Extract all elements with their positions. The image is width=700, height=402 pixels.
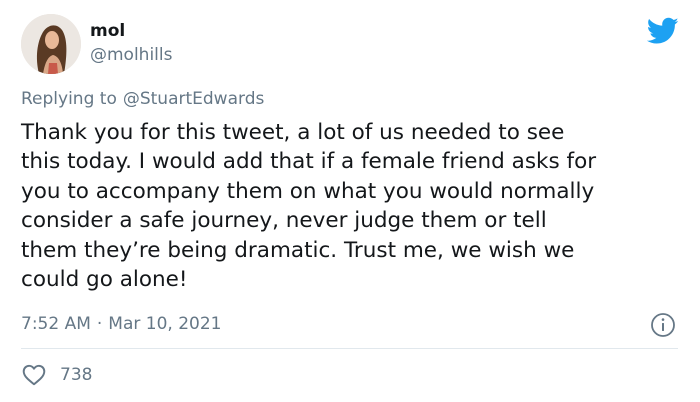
user-handle[interactable]: @molhills bbox=[90, 45, 173, 65]
display-name[interactable]: mol bbox=[90, 21, 125, 41]
tweet-date: Mar 10, 2021 bbox=[108, 314, 222, 334]
avatar[interactable] bbox=[21, 14, 81, 74]
reply-mention-link[interactable]: @StuartEdwards bbox=[123, 89, 265, 109]
tweet-text-line: this today. I would add that if a female… bbox=[21, 149, 597, 175]
divider bbox=[21, 348, 678, 349]
avatar-photo bbox=[21, 14, 81, 74]
tweet-text: Thank you for this tweet, a lot of us ne… bbox=[21, 118, 681, 294]
tweet-text-line: consider a safe journey, never judge the… bbox=[21, 208, 547, 234]
reply-prefix: Replying to bbox=[21, 89, 117, 109]
tweet-text-line: Thank you for this tweet, a lot of us ne… bbox=[21, 120, 565, 145]
timestamp-separator: · bbox=[96, 314, 103, 334]
twitter-bird-icon[interactable] bbox=[647, 17, 679, 45]
tweet-card: mol @molhills Replying to @StuartEdwards … bbox=[0, 0, 700, 402]
heart-icon[interactable] bbox=[21, 362, 47, 388]
tweet-text-line: could go alone! bbox=[21, 267, 188, 293]
tweet-text-line: them they’re being dramatic. Trust me, w… bbox=[21, 237, 575, 263]
tweet-time: 7:52 AM bbox=[21, 314, 91, 334]
like-button[interactable]: 738 bbox=[21, 361, 92, 389]
like-count: 738 bbox=[60, 365, 93, 385]
timestamp-link[interactable]: 7:52 AM · Mar 10, 2021 bbox=[21, 313, 221, 335]
tweet-text-line: you to accompany them on what you would … bbox=[21, 178, 595, 204]
info-icon[interactable] bbox=[650, 312, 676, 338]
reply-context: Replying to @StuartEdwards bbox=[21, 88, 264, 110]
